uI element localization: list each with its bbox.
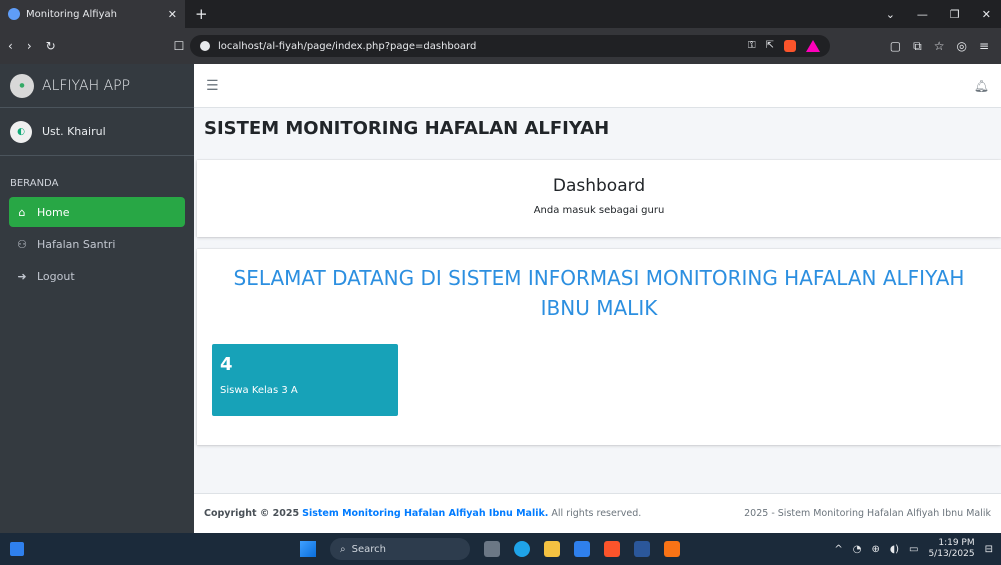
welcome-heading: SELAMAT DATANG DI SISTEM INFORMASI MONIT… — [233, 266, 965, 320]
dashboard-subtitle: Anda masuk sebagai guru — [533, 205, 665, 216]
edge-icon[interactable] — [514, 541, 530, 557]
brand-logo-icon: ● — [10, 73, 34, 98]
widgets-icon[interactable] — [10, 542, 24, 556]
rewards-icon[interactable] — [806, 40, 820, 52]
xampp-icon[interactable] — [664, 541, 680, 557]
browser-tab[interactable]: Monitoring Alfiyah ✕ — [0, 0, 185, 28]
stat-box-students[interactable]: 4 Siswa Kelas 3 A — [212, 344, 398, 416]
clock-date: 5/13/2025 — [928, 549, 975, 559]
brave-shield-icon[interactable] — [784, 40, 796, 52]
sidebar-item-label: Hafalan Santri — [37, 237, 116, 251]
menu-icon[interactable]: ≡ — [979, 39, 989, 54]
brave-browser-icon[interactable] — [604, 541, 620, 557]
sidebar-toggle-icon[interactable]: ▢ — [890, 39, 901, 54]
logout-icon: ➜ — [17, 269, 27, 283]
bell-icon[interactable]: 🔔︎ — [974, 79, 989, 93]
clock[interactable]: 1:19 PM 5/13/2025 — [928, 538, 974, 560]
taskbar-apps: ⌕ Search — [300, 533, 680, 565]
search-icon: ⌕ — [340, 543, 346, 555]
bookmark-icon[interactable]: ☐ — [168, 39, 190, 53]
home-icon: ⌂ — [18, 205, 26, 219]
volume-icon[interactable]: ◖) — [890, 544, 899, 555]
avatar: ◐ — [10, 120, 32, 143]
clock-time: 1:19 PM — [938, 538, 975, 548]
welcome-card: SELAMAT DATANG DI SISTEM INFORMASI MONIT… — [197, 249, 1001, 445]
minimize-icon[interactable]: — — [917, 8, 928, 21]
language-icon[interactable]: ⊕ — [871, 544, 879, 555]
share-icon[interactable]: ⇱ — [766, 40, 774, 52]
favicon-icon — [8, 8, 20, 20]
copyright-link[interactable]: Sistem Monitoring Hafalan Alfiyah Ibnu M… — [302, 508, 548, 519]
users-icon: ⚇ — [17, 237, 27, 251]
nav-header: BERANDA — [10, 178, 59, 189]
reload-icon[interactable]: ↻ — [46, 39, 56, 53]
browser-toolbar-right: ▢ ⧉ ☆ ◎ ≡ — [890, 39, 993, 54]
word-icon[interactable] — [634, 541, 650, 557]
url-right-icons: ⚿ ⇱ — [748, 40, 820, 52]
sidebar-item-home[interactable]: ⌂ Home — [9, 197, 185, 227]
top-navbar: ☰ 🔔︎ — [194, 64, 1001, 108]
notification-icon[interactable]: ⊟ — [985, 544, 993, 555]
browser-tabstrip: Monitoring Alfiyah ✕ + ⌄ — ❐ ✕ — [0, 0, 1001, 28]
user-name: Ust. Khairul — [42, 125, 106, 138]
sidebar-item-logout[interactable]: ➜ Logout — [9, 261, 185, 291]
tab-title: Monitoring Alfiyah — [26, 8, 117, 20]
url-text: localhost/al-fiyah/page/index.php?page=d… — [218, 40, 477, 52]
vscode-icon[interactable] — [574, 541, 590, 557]
copyright-prefix: Copyright © 2025 — [204, 508, 300, 519]
tab-groups-icon[interactable]: ⧉ — [913, 39, 922, 54]
back-icon[interactable]: ‹ — [8, 39, 13, 53]
brand-text: ALFIYAH APP — [42, 77, 131, 94]
hamburger-menu-icon[interactable]: ☰ — [206, 78, 219, 94]
site-info-icon[interactable] — [200, 41, 210, 51]
system-tray: ^ ◔ ⊕ ◖) ▭ 1:19 PM 5/13/2025 ⊟ — [834, 533, 993, 565]
dashboard-title: Dashboard — [552, 176, 646, 196]
stat-value: 4 — [220, 354, 233, 375]
close-window-icon[interactable]: ✕ — [982, 8, 991, 21]
tab-search-icon[interactable]: ⌄ — [886, 8, 895, 21]
address-bar-row: ‹ › ↻ ☐ localhost/al-fiyah/page/index.ph… — [0, 28, 1001, 64]
sidebar: ● ALFIYAH APP ◐ Ust. Khairul BERANDA ⌂ H… — [0, 64, 194, 533]
sidebar-item-hafalan-santri[interactable]: ⚇ Hafalan Santri — [9, 229, 185, 259]
battery-icon[interactable]: ▭ — [909, 544, 918, 555]
url-field[interactable]: localhost/al-fiyah/page/index.php?page=d… — [190, 35, 830, 57]
footer-copyright: Copyright © 2025 Sistem Monitoring Hafal… — [204, 508, 641, 519]
window-controls: ⌄ — ❐ ✕ — [886, 8, 1001, 21]
nav-buttons: ‹ › ↻ — [8, 39, 168, 53]
dashboard-card: Dashboard Anda masuk sebagai guru — [197, 160, 1001, 237]
windows-start-icon[interactable] — [300, 541, 316, 557]
wallet-icon[interactable]: ◎ — [956, 39, 966, 54]
search-placeholder: Search — [351, 543, 386, 555]
file-explorer-icon[interactable] — [544, 541, 560, 557]
copyright-suffix: All rights reserved. — [551, 508, 642, 519]
extensions-icon[interactable]: ☆ — [934, 39, 945, 54]
wifi-icon[interactable]: ◔ — [853, 544, 862, 555]
key-icon[interactable]: ⚿ — [748, 40, 756, 52]
page-title: SISTEM MONITORING HAFALAN ALFIYAH — [204, 118, 610, 139]
chevron-up-icon[interactable]: ^ — [834, 544, 842, 555]
restore-icon[interactable]: ❐ — [950, 8, 960, 21]
sidebar-item-label: Home — [37, 205, 70, 219]
brand-link[interactable]: ● ALFIYAH APP — [0, 64, 194, 108]
close-tab-icon[interactable]: ✕ — [168, 8, 177, 21]
user-panel[interactable]: ◐ Ust. Khairul — [0, 108, 194, 156]
stat-label: Siswa Kelas 3 A — [220, 385, 298, 396]
new-tab-icon[interactable]: + — [195, 5, 208, 23]
footer: Copyright © 2025 Sistem Monitoring Hafal… — [194, 493, 1001, 533]
taskbar: ⌕ Search ^ ◔ ⊕ ◖) ▭ 1:19 PM 5/13/2025 ⊟ — [0, 533, 1001, 565]
task-view-icon[interactable] — [484, 541, 500, 557]
forward-icon[interactable]: › — [27, 39, 32, 53]
sidebar-item-label: Logout — [37, 269, 75, 283]
taskbar-search[interactable]: ⌕ Search — [330, 538, 470, 560]
footer-right-text: 2025 - Sistem Monitoring Hafalan Alfiyah… — [744, 508, 991, 519]
